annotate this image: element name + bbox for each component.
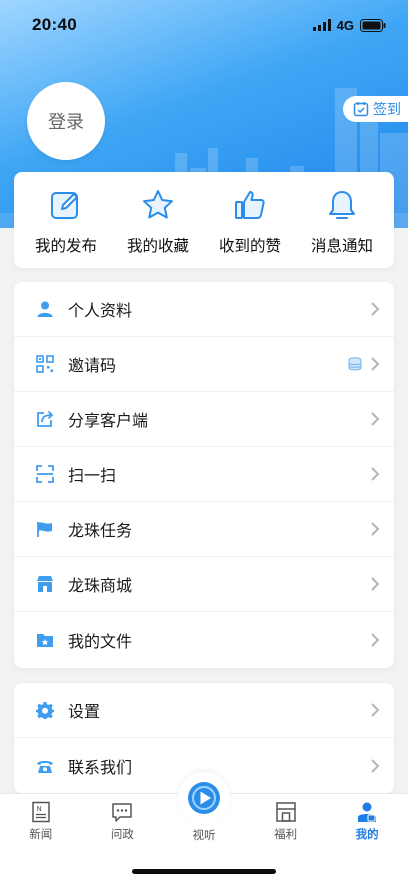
menu-item-label: 个人资料 — [68, 303, 133, 320]
tab-label: 我的 — [355, 827, 379, 841]
quick-action-likes[interactable]: 收到的赞 — [204, 172, 296, 268]
folder-icon — [37, 633, 53, 647]
login-avatar-button[interactable]: 登录 — [27, 82, 105, 160]
audiovisual-button[interactable] — [177, 772, 230, 824]
thumbs-up-icon — [235, 191, 265, 219]
menu-item-label: 邀请码 — [68, 358, 117, 375]
menu-item-label: 联系我们 — [68, 759, 133, 777]
menu-item-dragonball-mall[interactable]: 龙珠商城 — [14, 557, 394, 612]
menu-item-settings[interactable]: 设置 — [14, 683, 394, 738]
chevron-right-icon — [371, 357, 380, 371]
signin-button[interactable]: 签到 — [343, 96, 408, 122]
quick-action-label: 消息通知 — [310, 238, 373, 255]
bell-icon — [329, 191, 355, 219]
quick-action-favorites[interactable]: 我的收藏 — [112, 172, 204, 268]
tab-audiovisual[interactable]: 视听 — [163, 772, 245, 852]
chevron-right-icon — [371, 412, 380, 426]
menu-item-label: 我的文件 — [68, 633, 133, 651]
profile-icon — [358, 802, 377, 822]
tab-welfare[interactable]: 福利 — [245, 794, 327, 852]
quick-action-label: 收到的赞 — [218, 238, 281, 255]
news-icon: N — [32, 801, 50, 823]
user-icon — [37, 301, 53, 317]
status-time: 20:40 — [32, 15, 77, 34]
home-indicator — [132, 869, 276, 874]
tab-inquiry[interactable]: 问政 — [82, 794, 164, 852]
chat-icon — [112, 803, 133, 822]
svg-text:N: N — [36, 805, 41, 813]
menu-item-label: 设置 — [68, 704, 101, 721]
tab-news[interactable]: N 新闻 — [0, 794, 82, 852]
store-icon — [37, 576, 53, 592]
edit-icon — [51, 192, 78, 219]
chevron-right-icon — [371, 632, 380, 647]
calendar-check-icon — [353, 102, 369, 117]
quick-action-my-posts[interactable]: 我的发布 — [20, 172, 112, 268]
login-label: 登录 — [48, 112, 84, 133]
tab-me[interactable]: 我的 — [326, 794, 408, 852]
menu-item-share-client[interactable]: 分享客户端 — [14, 392, 394, 447]
menu-list-main: 个人资料 邀请码 分享客户端 扫一扫 龙珠任务 龙珠商城 我的文件 — [14, 282, 394, 668]
menu-item-label: 龙珠任务 — [68, 523, 133, 540]
menu-item-label: 分享客户端 — [68, 413, 149, 430]
share-icon — [37, 410, 54, 427]
chevron-right-icon — [371, 522, 380, 536]
chevron-right-icon — [371, 577, 380, 591]
quick-action-label: 我的收藏 — [126, 238, 189, 255]
play-icon — [187, 782, 220, 814]
gear-icon — [36, 702, 54, 719]
tab-label: 福利 — [274, 827, 298, 841]
menu-item-scan[interactable]: 扫一扫 — [14, 447, 394, 502]
menu-item-invite-code[interactable]: 邀请码 — [14, 337, 394, 392]
menu-item-profile[interactable]: 个人资料 — [14, 282, 394, 337]
qrcode-icon — [36, 355, 54, 373]
battery-icon — [360, 18, 386, 32]
quick-action-label: 我的发布 — [34, 238, 97, 255]
chevron-right-icon — [371, 703, 380, 717]
menu-item-dragonball-tasks[interactable]: 龙珠任务 — [14, 502, 394, 557]
network-type: 4G — [336, 17, 354, 33]
tab-label: 视听 — [192, 828, 216, 842]
gift-icon — [275, 802, 296, 822]
flag-icon — [37, 522, 52, 537]
signin-label: 签到 — [373, 101, 401, 117]
chevron-right-icon — [371, 302, 380, 316]
tab-label: 问政 — [110, 827, 134, 841]
quick-action-notifications[interactable]: 消息通知 — [296, 172, 388, 268]
phone-icon — [37, 760, 53, 773]
menu-item-label: 龙珠商城 — [68, 578, 133, 595]
chevron-right-icon — [371, 758, 380, 773]
coins-icon — [348, 357, 362, 371]
star-icon — [143, 190, 173, 219]
scan-icon — [36, 465, 54, 483]
menu-item-label: 扫一扫 — [68, 468, 117, 485]
signal-icon — [312, 19, 331, 31]
menu-item-my-files[interactable]: 我的文件 — [14, 612, 394, 667]
chevron-right-icon — [371, 467, 380, 481]
quick-actions-card: 我的发布 我的收藏 收到的赞 消息通知 — [14, 172, 394, 268]
status-bar: 20:40 4G — [0, 0, 408, 50]
tab-label: 新闻 — [29, 827, 53, 841]
